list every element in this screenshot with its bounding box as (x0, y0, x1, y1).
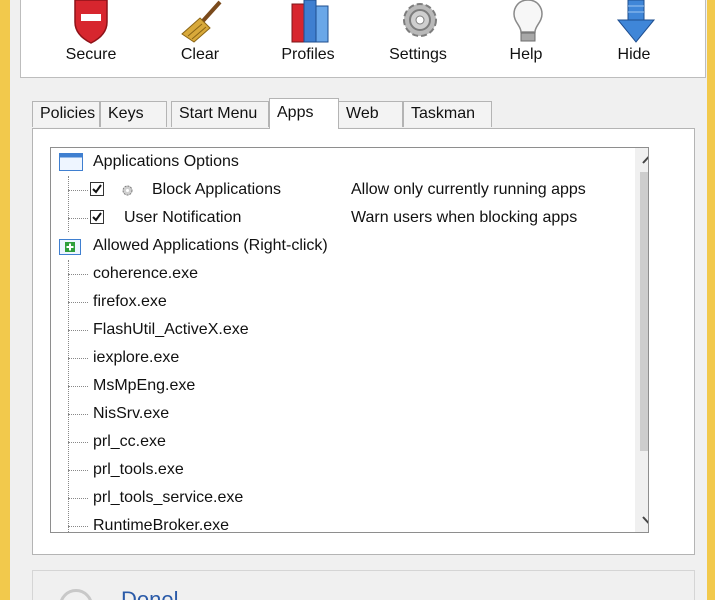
checkmark-icon (92, 212, 102, 222)
hide-button[interactable]: Hide (589, 0, 679, 76)
tree-connector (68, 274, 88, 275)
item-description: Warn users when blocking apps (351, 209, 578, 226)
main-window: Secure Clear Profiles Settings Help Hide… (10, 0, 707, 600)
tree-connector (68, 386, 88, 387)
tree-connector (68, 302, 88, 303)
app-name: prl_tools_service.exe (93, 489, 244, 506)
app-name: prl_cc.exe (93, 433, 166, 450)
hide-button-label: Hide (617, 46, 651, 63)
scroll-up-button[interactable] (635, 148, 648, 172)
group-label: Allowed Applications (Right-click) (93, 237, 328, 254)
secure-button-label: Secure (65, 46, 117, 63)
tree-connector (68, 218, 88, 219)
block-applications-checkbox[interactable] (90, 182, 104, 196)
list-item[interactable]: RuntimeBroker.exe (51, 512, 648, 533)
tree-connector (68, 414, 88, 415)
tab-label: Taskman (411, 105, 476, 122)
toolbar: Secure Clear Profiles Settings Help Hide (20, 0, 706, 78)
list-item[interactable]: prl_tools.exe (51, 456, 648, 484)
tab-label: Keys (108, 105, 144, 122)
tab-taskman[interactable]: Taskman (403, 101, 492, 127)
tree-item-user-notification[interactable]: User Notification Warn users when blocki… (51, 204, 648, 232)
app-name: FlashUtil_ActiveX.exe (93, 321, 249, 338)
tab-apps[interactable]: Apps (269, 98, 339, 129)
app-name: iexplore.exe (93, 349, 180, 366)
app-name: NisSrv.exe (93, 405, 170, 422)
chevron-up-icon (642, 156, 648, 164)
tree-connector (68, 190, 88, 191)
tree-connector (68, 470, 88, 471)
tab-label: Start Menu (179, 105, 258, 122)
group-label: Applications Options (93, 153, 239, 170)
help-button-label: Help (509, 46, 543, 63)
checkmark-icon (92, 184, 102, 194)
window-group-icon (59, 153, 83, 171)
list-item[interactable]: NisSrv.exe (51, 400, 648, 428)
app-name: firefox.exe (93, 293, 167, 310)
small-gear-icon (122, 185, 133, 196)
list-item[interactable]: prl_cc.exe (51, 428, 648, 456)
secure-button[interactable]: Secure (46, 0, 136, 76)
clear-button[interactable]: Clear (155, 0, 245, 76)
tree-item-block-applications[interactable]: Block Applications Allow only currently … (51, 176, 648, 204)
vertical-scrollbar[interactable] (635, 148, 648, 532)
scroll-thumb[interactable] (640, 172, 648, 451)
tab-label: Apps (277, 104, 314, 121)
status-circle-icon (59, 589, 93, 600)
profiles-button-label: Profiles (281, 46, 335, 63)
tree-connector (68, 526, 88, 527)
list-item[interactable]: FlashUtil_ActiveX.exe (51, 316, 648, 344)
app-name: MsMpEng.exe (93, 377, 196, 394)
tab-policies[interactable]: Policies (32, 101, 100, 127)
tab-start-menu[interactable]: Start Menu (171, 101, 269, 127)
apps-tree[interactable]: Applications Options Block Applications … (50, 147, 649, 533)
list-item[interactable]: iexplore.exe (51, 344, 648, 372)
scroll-down-button[interactable] (635, 508, 648, 532)
user-notification-checkbox[interactable] (90, 210, 104, 224)
app-name: prl_tools.exe (93, 461, 184, 478)
clear-button-label: Clear (180, 46, 220, 63)
item-label: User Notification (124, 209, 242, 226)
item-label: Block Applications (152, 181, 281, 198)
tab-label: Policies (40, 105, 96, 122)
profiles-button[interactable]: Profiles (263, 0, 353, 76)
help-button[interactable]: Help (481, 0, 571, 76)
tree-connector (68, 442, 88, 443)
tree-connector (68, 330, 88, 331)
tree-group-applications-options[interactable]: Applications Options (51, 148, 648, 176)
item-description: Allow only currently running apps (351, 181, 586, 198)
tab-label: Web (346, 105, 379, 122)
footer-box: Donel (32, 570, 695, 600)
footer-link[interactable]: Donel (121, 587, 178, 600)
list-item[interactable]: firefox.exe (51, 288, 648, 316)
tab-web[interactable]: Web (338, 101, 403, 127)
tree-connector (68, 358, 88, 359)
list-item[interactable]: coherence.exe (51, 260, 648, 288)
gear-icon (403, 3, 437, 37)
add-group-icon (59, 239, 81, 255)
lightbulb-icon (513, 0, 543, 42)
settings-button[interactable]: Settings (373, 0, 463, 76)
list-item[interactable]: prl_tools_service.exe (51, 484, 648, 512)
hide-arrow-icon (616, 0, 656, 43)
tree-connector (68, 498, 88, 499)
chevron-down-icon (642, 516, 648, 524)
settings-button-label: Settings (389, 46, 447, 63)
broom-icon (181, 0, 222, 43)
apps-panel: Applications Options Block Applications … (32, 128, 695, 555)
tree-group-allowed-applications[interactable]: Allowed Applications (Right-click) (51, 232, 648, 260)
profiles-icon (291, 0, 329, 43)
app-name: coherence.exe (93, 265, 198, 282)
app-name: RuntimeBroker.exe (93, 517, 230, 533)
shield-icon (74, 0, 108, 44)
list-item[interactable]: MsMpEng.exe (51, 372, 648, 400)
tab-keys[interactable]: Keys (100, 101, 167, 127)
